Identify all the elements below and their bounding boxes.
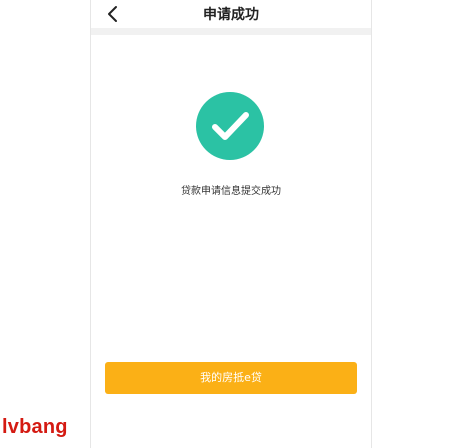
phone-screen: 申请成功 贷款申请信息提交成功 我的房抵e贷 xyxy=(90,0,372,448)
nav-header: 申请成功 xyxy=(91,0,371,28)
page-title: 申请成功 xyxy=(203,7,259,23)
header-divider xyxy=(91,28,371,35)
success-message: 贷款申请信息提交成功 xyxy=(181,186,281,197)
watermark-text: lvbang xyxy=(2,416,68,438)
screenshot-stage: 申请成功 贷款申请信息提交成功 我的房抵e贷 lvbang xyxy=(0,0,456,448)
check-circle-icon xyxy=(196,92,264,160)
my-loan-button[interactable]: 我的房抵e贷 xyxy=(105,362,357,394)
